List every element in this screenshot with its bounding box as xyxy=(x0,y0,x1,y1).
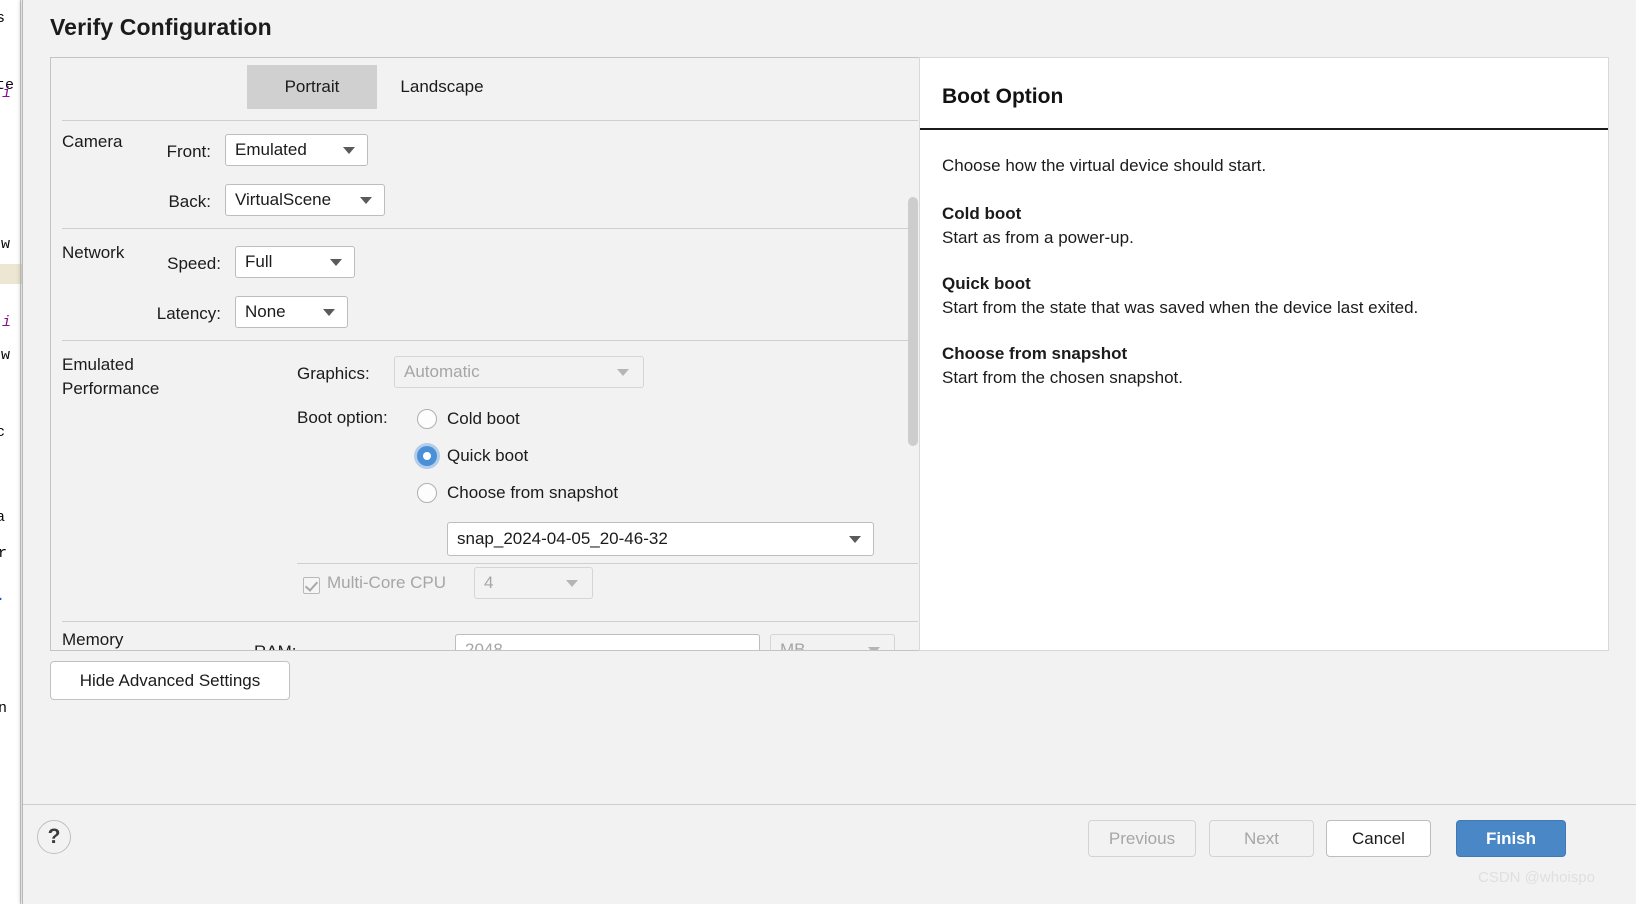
orientation-tab-strip: Portrait Landscape xyxy=(51,59,930,112)
editor-text-fragment: ew xyxy=(0,347,11,364)
previous-button[interactable]: Previous xyxy=(1088,820,1196,857)
radio-indicator xyxy=(417,483,437,503)
editor-text-fragment: c xyxy=(0,424,6,441)
label-network-speed: Speed: xyxy=(167,254,221,273)
group-label-line1: Emulated xyxy=(62,355,134,374)
camera-front-select[interactable]: Emulated xyxy=(225,134,368,166)
ram-value: 2048 xyxy=(465,640,503,651)
help-title-divider xyxy=(920,128,1608,130)
editor-text-fragment: i xyxy=(2,314,12,331)
page-title: Verify Configuration xyxy=(50,14,272,40)
group-label-emulated-performance: Emulated Performance xyxy=(62,353,159,401)
cancel-button[interactable]: Cancel xyxy=(1326,820,1431,857)
section-divider xyxy=(62,340,918,341)
help-section-heading: Quick boot xyxy=(942,274,1031,293)
label-multi-core-cpu: Multi-Core CPU xyxy=(327,573,447,592)
ram-unit-value: MB xyxy=(780,640,806,651)
radio-label: Choose from snapshot xyxy=(447,483,619,502)
label-camera-back: Back: xyxy=(168,192,211,211)
background-editor-strip: s te i ew i ew c a r . n xyxy=(0,0,22,904)
chevron-down-icon xyxy=(323,309,335,316)
camera-front-value: Emulated xyxy=(235,140,307,159)
label-boot-option: Boot option: xyxy=(297,408,388,427)
chevron-down-icon xyxy=(617,369,629,376)
help-body: Choose how the virtual device should sta… xyxy=(942,154,1572,412)
snapshot-select[interactable]: snap_2024-04-05_20-46-32 xyxy=(447,522,874,556)
editor-text-fragment: . xyxy=(0,588,5,605)
group-label-line2: Performance xyxy=(62,379,160,398)
chevron-down-icon xyxy=(868,647,880,650)
graphics-value: Automatic xyxy=(404,362,480,381)
multi-core-cpu-checkbox[interactable] xyxy=(303,577,320,594)
label-ram: RAM: xyxy=(254,642,314,650)
help-section-text: Start from the state that was saved when… xyxy=(942,298,1419,317)
help-section-text: Start as from a power-up. xyxy=(942,228,1134,247)
ram-unit-select[interactable]: MB xyxy=(770,634,895,651)
help-section-choose-from-snapshot: Choose from snapshot Start from the chos… xyxy=(942,342,1572,390)
footer-divider xyxy=(23,804,1636,805)
network-speed-select[interactable]: Full xyxy=(235,246,355,278)
finish-button[interactable]: Finish xyxy=(1456,820,1566,857)
editor-text-fragment: s xyxy=(0,10,6,27)
group-label-memory: Memory xyxy=(62,630,124,649)
next-button[interactable]: Next xyxy=(1209,820,1314,857)
chevron-down-icon xyxy=(360,197,372,204)
section-divider xyxy=(297,563,918,564)
label-network-latency: Latency: xyxy=(156,304,221,323)
group-label-network: Network xyxy=(62,243,125,262)
network-speed-value: Full xyxy=(245,252,273,271)
help-section-text: Start from the chosen snapshot. xyxy=(942,368,1183,387)
radio-label: Cold boot xyxy=(447,409,520,428)
configuration-form-pane: Portrait Landscape Camera Front: Emulate… xyxy=(50,57,931,651)
ram-value-input[interactable]: 2048 xyxy=(455,634,760,651)
help-section-quick-boot: Quick boot Start from the state that was… xyxy=(942,272,1572,320)
label-graphics: Graphics: xyxy=(297,364,370,383)
tab-landscape[interactable]: Landscape xyxy=(377,65,507,109)
editor-text-fragment: a xyxy=(0,509,6,526)
cpu-cores-value: 4 xyxy=(484,573,494,592)
chevron-down-icon xyxy=(849,536,861,543)
cpu-cores-select[interactable]: 4 xyxy=(474,567,593,599)
chevron-down-icon xyxy=(566,580,578,587)
snapshot-value: snap_2024-04-05_20-46-32 xyxy=(457,529,668,548)
section-divider xyxy=(62,621,918,622)
graphics-select[interactable]: Automatic xyxy=(394,356,644,388)
radio-indicator xyxy=(417,446,437,466)
editor-text-fragment: i xyxy=(2,85,12,102)
section-divider xyxy=(62,228,918,229)
camera-back-select[interactable]: VirtualScene xyxy=(225,184,385,216)
form-scrollbar-thumb[interactable] xyxy=(908,197,918,446)
help-section-heading: Cold boot xyxy=(942,204,1022,223)
help-section-heading: Choose from snapshot xyxy=(942,344,1128,363)
editor-text-fragment: ew xyxy=(0,236,11,253)
help-icon[interactable]: ? xyxy=(37,820,71,854)
radio-indicator xyxy=(417,409,437,429)
network-latency-value: None xyxy=(245,302,286,321)
camera-back-value: VirtualScene xyxy=(235,190,332,209)
watermark: CSDN @whoispo xyxy=(1478,869,1595,886)
editor-gutter-divider xyxy=(20,0,21,904)
group-label-camera: Camera xyxy=(62,132,123,151)
chevron-down-icon xyxy=(343,147,355,154)
editor-text-fragment: r xyxy=(0,545,8,562)
help-pane: Boot Option Choose how the virtual devic… xyxy=(919,57,1609,651)
help-title: Boot Option xyxy=(942,85,1064,108)
editor-highlighted-line xyxy=(0,264,22,284)
radio-label: Quick boot xyxy=(447,446,529,465)
tab-portrait[interactable]: Portrait xyxy=(247,65,377,109)
label-camera-front: Front: xyxy=(166,142,211,161)
hide-advanced-settings-button[interactable]: Hide Advanced Settings xyxy=(50,661,290,700)
help-section-cold-boot: Cold boot Start as from a power-up. xyxy=(942,202,1572,250)
section-divider xyxy=(62,120,918,121)
network-latency-select[interactable]: None xyxy=(235,296,348,328)
chevron-down-icon xyxy=(330,259,342,266)
help-intro: Choose how the virtual device should sta… xyxy=(942,156,1267,175)
editor-text-fragment: n xyxy=(0,700,8,717)
dialog-content: Portrait Landscape Camera Front: Emulate… xyxy=(23,57,1636,804)
verify-configuration-dialog: Verify Configuration Portrait Landscape … xyxy=(22,0,1636,904)
